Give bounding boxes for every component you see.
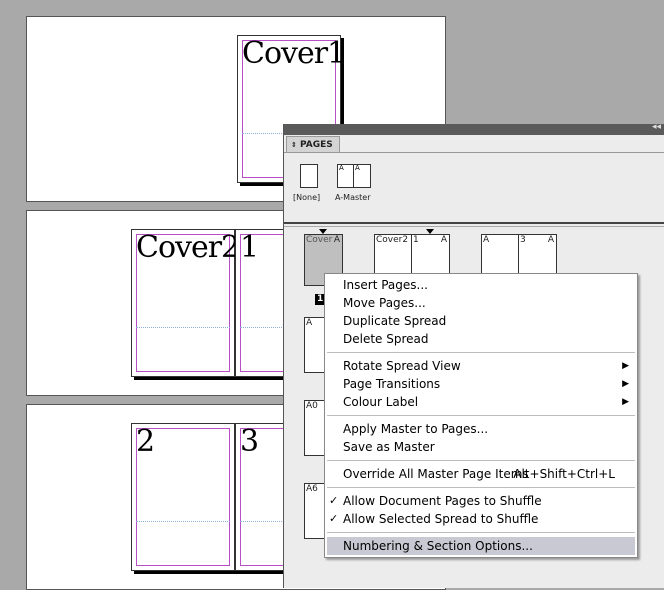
- menu-item-rotate-spread-view[interactable]: Rotate Spread View: [343, 357, 461, 375]
- menu-separator: [327, 487, 635, 488]
- menu-item-numbering-section-options[interactable]: Numbering & Section Options...: [343, 537, 533, 555]
- master-prefix: A: [339, 164, 344, 172]
- submenu-arrow-icon: ▶: [622, 361, 629, 371]
- page-label: Cover2: [136, 230, 240, 265]
- page-label: 2: [136, 424, 155, 459]
- menu-item-page-transitions[interactable]: Page Transitions: [343, 375, 440, 393]
- master-a-right-thumb[interactable]: A: [353, 164, 371, 188]
- menu-item-duplicate-spread[interactable]: Duplicate Spread: [343, 312, 446, 330]
- menu-item-save-as-master[interactable]: Save as Master: [343, 438, 435, 456]
- panel-menu-arrow-icon: ⇕: [291, 141, 297, 149]
- ruler-guide: [136, 327, 230, 328]
- tab-pages[interactable]: ⇕ PAGES: [286, 136, 340, 153]
- panel-titlebar[interactable]: ◂◂: [284, 122, 664, 135]
- master-prefix: A: [355, 164, 360, 172]
- checkmark-icon: ✓: [329, 512, 339, 525]
- menu-item-insert-pages[interactable]: Insert Pages...: [343, 276, 428, 294]
- menu-item-apply-master[interactable]: Apply Master to Pages...: [343, 420, 488, 438]
- master-none-label: [None]: [293, 193, 321, 202]
- menu-item-allow-spread-shuffle[interactable]: Allow Selected Spread to Shuffle: [343, 510, 538, 528]
- page-label: 1: [240, 230, 259, 265]
- checkmark-icon: ✓: [329, 494, 339, 507]
- panel-divider-light: [284, 226, 664, 227]
- tab-label: PAGES: [300, 140, 333, 150]
- menu-item-move-pages[interactable]: Move Pages...: [343, 294, 426, 312]
- master-a-label: A-Master: [335, 193, 371, 202]
- panel-divider[interactable]: [284, 222, 664, 224]
- menu-item-colour-label[interactable]: Colour Label: [343, 393, 418, 411]
- page-2[interactable]: 2: [131, 423, 235, 571]
- menu-item-delete-spread[interactable]: Delete Spread: [343, 330, 429, 348]
- menu-separator: [327, 460, 635, 461]
- menu-item-allow-document-shuffle[interactable]: Allow Document Pages to Shuffle: [343, 492, 542, 510]
- page-cover2[interactable]: Cover2: [131, 229, 240, 377]
- page-label: 3: [240, 424, 259, 459]
- collapse-icon[interactable]: ◂◂: [652, 122, 661, 132]
- page-label: Cover1: [242, 36, 346, 71]
- master-none-thumb[interactable]: [300, 164, 318, 188]
- menu-item-override-master-items[interactable]: Override All Master Page Items: [343, 465, 529, 483]
- pages-context-menu: Insert Pages... Move Pages... Duplicate …: [324, 273, 638, 558]
- tab-divider: [284, 152, 664, 153]
- menu-separator: [327, 415, 635, 416]
- menu-separator: [327, 532, 635, 533]
- submenu-arrow-icon: ▶: [622, 379, 629, 389]
- ruler-guide: [136, 521, 230, 522]
- menu-separator: [327, 352, 635, 353]
- menu-shortcut-override: Alt+Shift+Ctrl+L: [513, 467, 615, 481]
- submenu-arrow-icon: ▶: [622, 397, 629, 407]
